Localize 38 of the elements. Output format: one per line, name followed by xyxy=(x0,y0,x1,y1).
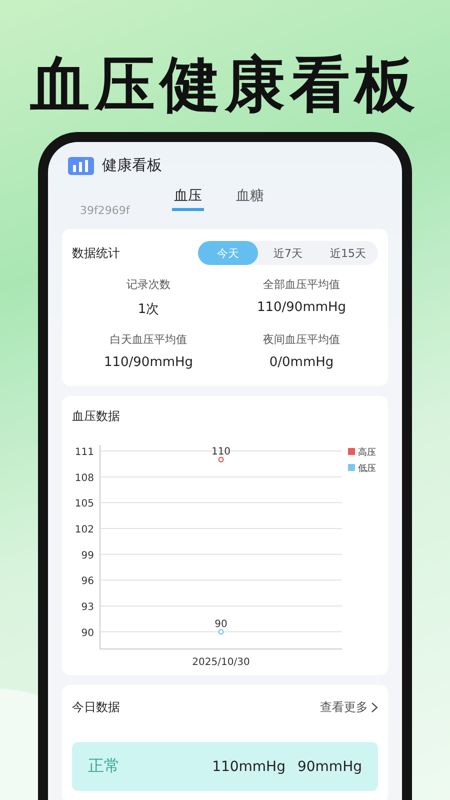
y-tick-label: 93 xyxy=(81,602,94,613)
stat-label: 记录次数 xyxy=(126,277,170,292)
stat-value: 110/90mmHg xyxy=(256,300,346,315)
card-title: 数据统计 xyxy=(72,244,120,262)
stat-value: 110/90mmHg xyxy=(104,355,194,370)
y-tick-label: 111 xyxy=(74,447,94,458)
tab[interactable]: 血糖 xyxy=(234,187,266,211)
y-tick-label: 102 xyxy=(74,524,94,536)
card-title: 血压数据 xyxy=(72,408,121,425)
stat-label: 白天血压平均值 xyxy=(110,332,187,347)
record-row[interactable]: 正常 110mmHg 90mmHg xyxy=(72,742,378,791)
legend-label: 高压 xyxy=(358,448,376,458)
stat-value: 1次 xyxy=(138,301,160,318)
y-tick-label: 96 xyxy=(81,576,94,588)
x-tick-label: 2025/10/30 xyxy=(192,657,250,668)
chevron-right-icon xyxy=(371,702,378,713)
period-option[interactable]: 近7天 xyxy=(258,241,318,265)
stat-label: 全部血压平均值 xyxy=(263,277,340,292)
y-tick-label: 108 xyxy=(74,472,94,484)
stat-value: 0/0mmHg xyxy=(269,355,334,370)
view-more-link[interactable]: 查看更多 xyxy=(320,699,378,716)
headline: 血压健康看板 xyxy=(29,49,421,122)
data-label: 90 xyxy=(214,618,228,630)
device-id: 39f2969f xyxy=(79,204,131,219)
systolic-value: 110mmHg xyxy=(212,758,286,774)
y-tick-label: 99 xyxy=(81,550,94,562)
diastolic-value: 90mmHg xyxy=(297,758,362,774)
bar-chart-icon xyxy=(68,156,94,174)
data-label: 110 xyxy=(211,446,231,458)
tab[interactable]: 血压 xyxy=(172,187,204,211)
y-tick-label: 105 xyxy=(74,498,94,510)
period-option[interactable]: 近15天 xyxy=(318,241,378,265)
stat-label: 夜间血压平均值 xyxy=(263,332,340,347)
status-label: 正常 xyxy=(88,756,120,777)
y-tick-label: 90 xyxy=(81,628,94,639)
app-title: 健康看板 xyxy=(102,156,162,175)
legend-label: 低压 xyxy=(358,464,376,474)
card-title: 今日数据 xyxy=(72,699,120,716)
